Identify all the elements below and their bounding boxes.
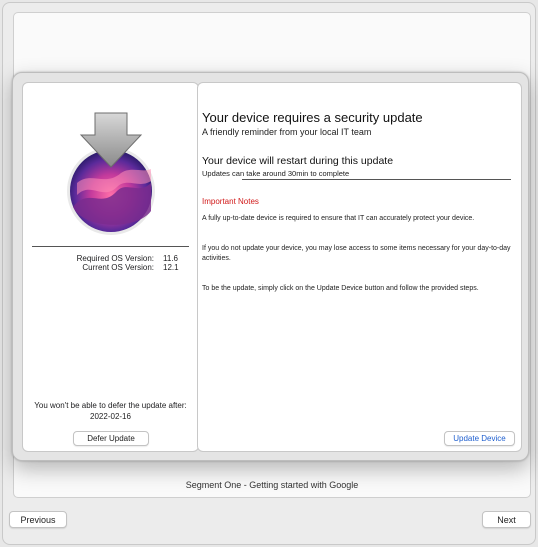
defer-deadline-note: You won't be able to defer the update af… [34,401,187,410]
update-title: Your device requires a security update [202,110,423,125]
macos-installer-icon [67,112,155,235]
defer-update-button[interactable]: Defer Update [73,431,149,446]
note-paragraph: A fully up-to-date device is required to… [202,215,475,222]
current-os-value: 12.1 [163,263,179,272]
right-divider [242,179,511,180]
left-divider [32,246,189,247]
important-notes-heading: Important Notes [202,197,259,206]
update-device-button[interactable]: Update Device [444,431,515,446]
note-paragraph: To be the update, simply click on the Up… [202,285,479,292]
current-os-label: Current OS Version: [82,263,154,272]
note-paragraph: If you do not update your device, you ma… [202,245,511,262]
previous-button[interactable]: Previous [9,511,67,528]
update-subtitle: A friendly reminder from your local IT t… [202,127,372,137]
segment-caption: Segment One - Getting started with Googl… [185,480,359,490]
defer-deadline-date: 2022-02-16 [90,412,131,421]
restart-title: Your device will restart during this upd… [202,155,394,167]
restart-subtitle: Updates can take around 30min to complet… [202,169,350,178]
next-button[interactable]: Next [482,511,531,528]
update-dialog: Required OS Version: 11.6 Current OS Ver… [12,72,529,461]
device-info-pane: Required OS Version: 11.6 Current OS Ver… [22,82,199,452]
update-info-pane: Your device requires a security update A… [197,82,522,452]
